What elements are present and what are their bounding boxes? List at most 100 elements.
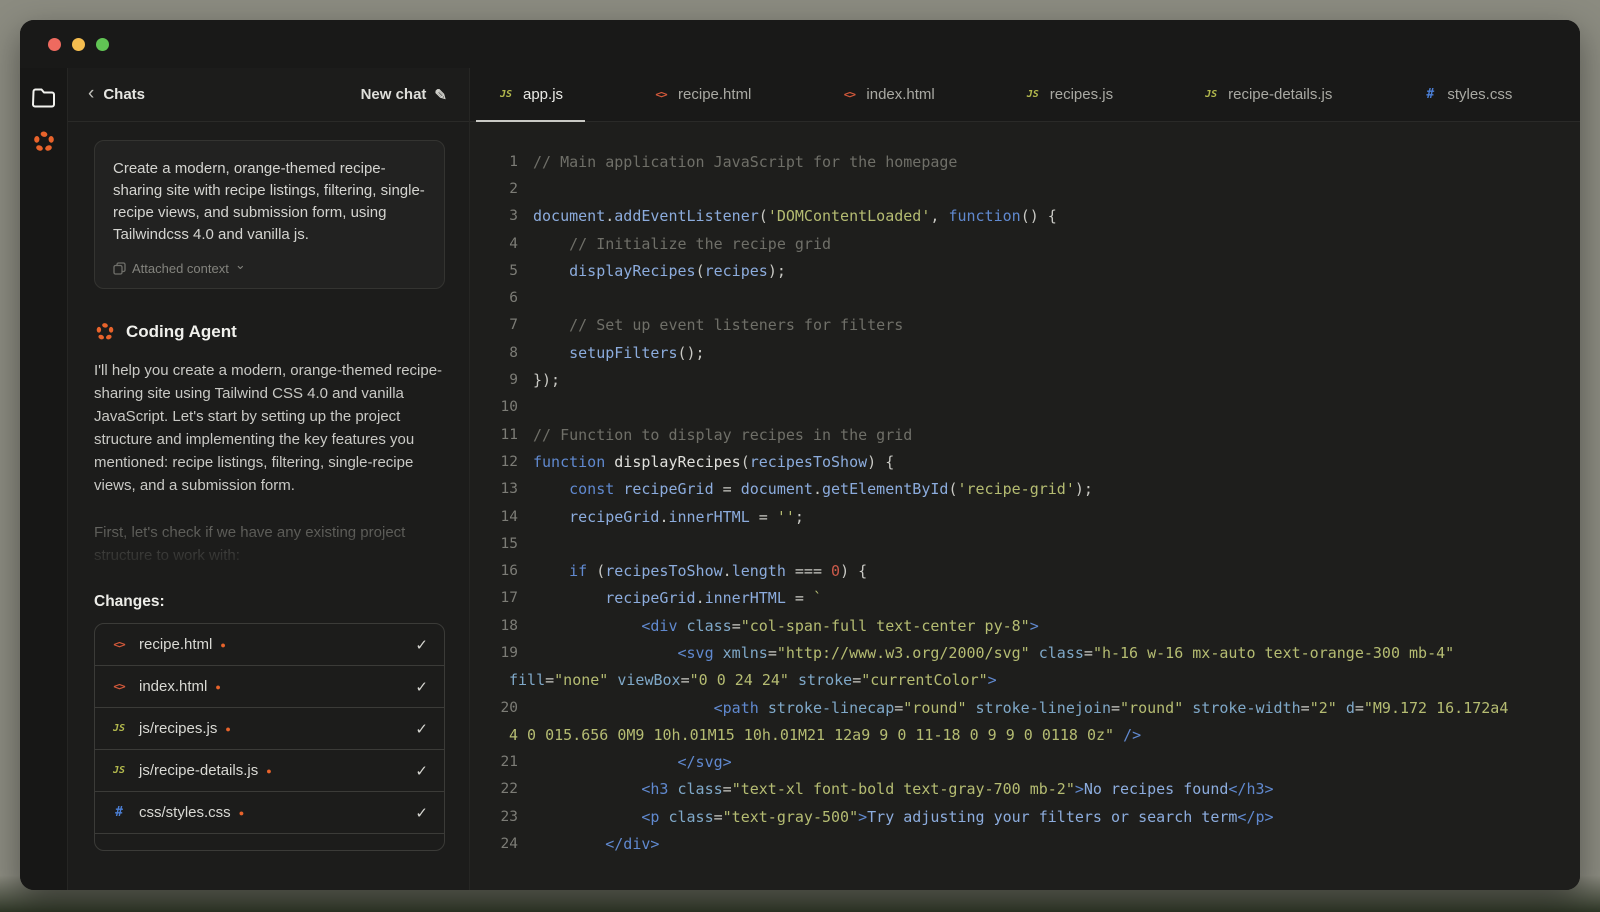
changes-list: <> recipe.html ● ✓ <> index.html ● ✓ JS js/recipe… (94, 623, 445, 851)
code-line: 23 <p class="text-gray-500">Try adjustin… (470, 803, 1580, 830)
html-file-icon: <> (841, 88, 857, 101)
editor-tab-app.js[interactable]: JSapp.js (470, 68, 591, 121)
project-panel-button[interactable] (28, 82, 60, 114)
modified-dot-icon: ● (266, 766, 271, 776)
code-line: 16 if (recipesToShow.length === 0) { (470, 557, 1580, 584)
code-line: 15 (470, 530, 1580, 557)
agent-message-fading: First, let's check if we have any existi… (94, 521, 445, 567)
code-line: 11// Function to display recipes in the … (470, 421, 1580, 448)
user-message-text: Create a modern, orange-themed recipe-sh… (113, 158, 426, 246)
zoom-window-button[interactable] (96, 38, 109, 51)
modified-dot-icon: ● (239, 808, 244, 818)
html-file-icon: <> (111, 680, 127, 693)
line-number: 15 (470, 536, 518, 552)
code-line: 4 // Initialize the recipe grid (470, 230, 1580, 257)
close-window-button[interactable] (48, 38, 61, 51)
code-line: 17 recipeGrid.innerHTML = ` (470, 585, 1580, 612)
line-number: 18 (470, 618, 518, 634)
changed-file-row[interactable]: <> index.html ● ✓ (95, 666, 444, 708)
code-line-wrap: fill="none" viewBox="0 0 24 24" stroke="… (470, 667, 1580, 694)
changed-file-name: index.html (139, 678, 207, 695)
attached-context-label: Attached context (132, 261, 229, 276)
js-file-icon: JS (111, 723, 127, 734)
line-number: 7 (470, 317, 518, 333)
line-number: 9 (470, 372, 518, 388)
tab-label: styles.css (1447, 86, 1512, 103)
chat-panel: ‹ Chats New chat ✎ Create a modern, oran… (68, 68, 470, 890)
code-editor[interactable]: 1// Main application JavaScript for the … (470, 122, 1580, 890)
changed-file-row[interactable]: JS js/recipes.js ● ✓ (95, 708, 444, 750)
line-number: 14 (470, 509, 518, 525)
agent-header: Coding Agent (94, 321, 445, 343)
code-line: 9}); (470, 366, 1580, 393)
chevron-down-icon: ⌄ (235, 257, 246, 273)
activity-bar (20, 68, 68, 890)
user-message-card: Create a modern, orange-themed recipe-sh… (94, 140, 445, 289)
check-icon: ✓ (415, 636, 428, 654)
line-number: 1 (470, 154, 518, 170)
check-icon: ✓ (415, 678, 428, 696)
editor-tab-recipe-details.js[interactable]: JSrecipe-details.js (1175, 68, 1360, 121)
code-line: 1// Main application JavaScript for the … (470, 148, 1580, 175)
agent-name: Coding Agent (126, 322, 237, 342)
tab-label: recipe-details.js (1228, 86, 1332, 103)
check-icon: ✓ (415, 720, 428, 738)
line-number: 3 (470, 208, 518, 224)
code-line: 3document.addEventListener('DOMContentLo… (470, 203, 1580, 230)
changed-file-row[interactable]: JSjs/recipe-details.js●✓ (95, 750, 444, 792)
chevron-left-icon: ‹ (88, 84, 94, 103)
window-titlebar (20, 20, 1580, 68)
line-number: 24 (470, 836, 518, 852)
line-number: 22 (470, 781, 518, 797)
code-line: 19 <svg xmlns="http://www.w3.org/2000/sv… (470, 639, 1580, 666)
js-file-icon: JS (498, 89, 514, 100)
tab-label: recipe.html (678, 86, 751, 103)
editor-tab-index.html[interactable]: <> index.html (813, 68, 962, 121)
line-number: 17 (470, 590, 518, 606)
folder-icon (31, 87, 57, 109)
agent-panel-button[interactable] (28, 126, 60, 158)
code-line: 21 </svg> (470, 749, 1580, 776)
tab-label: recipes.js (1050, 86, 1113, 103)
line-number: 8 (470, 345, 518, 361)
agent-flower-icon (94, 321, 116, 343)
agent-flower-icon (31, 129, 57, 155)
changed-file-name: js/recipes.js (139, 720, 217, 737)
line-number: 2 (470, 181, 518, 197)
chats-back-button[interactable]: ‹ Chats (88, 85, 145, 104)
new-chat-button[interactable]: New chat ✎ (361, 86, 447, 104)
app-window: ‹ Chats New chat ✎ Create a modern, oran… (20, 20, 1580, 890)
code-line: 7 // Set up event listeners for filters (470, 312, 1580, 339)
changed-file-name: recipe.html (139, 636, 212, 653)
check-icon: ✓ (415, 804, 428, 822)
changed-file-row[interactable]: <>recipe.html●✓ (95, 624, 444, 666)
minimize-window-button[interactable] (72, 38, 85, 51)
code-line: 5 displayRecipes(recipes); (470, 257, 1580, 284)
code-line: 8 setupFilters(); (470, 339, 1580, 366)
new-chat-label: New chat (361, 86, 427, 103)
changed-file-row[interactable]: #css/styles.css●✓ (95, 792, 444, 834)
changed-file-name: css/styles.css (139, 804, 231, 821)
code-line: 22 <h3 class="text-xl font-bold text-gra… (470, 776, 1580, 803)
html-file-icon: <> (111, 638, 127, 651)
modified-dot-icon: ● (215, 682, 220, 692)
chats-back-label: Chats (103, 86, 145, 103)
code-line: 18 <div class="col-span-full text-center… (470, 612, 1580, 639)
line-number: 10 (470, 399, 518, 415)
line-number: 11 (470, 427, 518, 443)
check-icon: ✓ (415, 762, 428, 780)
attached-context-toggle[interactable]: Attached context ⌄ (113, 260, 426, 276)
chat-thread: Create a modern, orange-themed recipe-sh… (68, 122, 469, 890)
code-line: 2 (470, 175, 1580, 202)
line-number: 13 (470, 481, 518, 497)
tab-label: index.html (866, 86, 934, 103)
editor-tab-styles.css[interactable]: # styles.css (1394, 68, 1540, 121)
line-number: 12 (470, 454, 518, 470)
css-file-icon: # (1422, 87, 1438, 102)
editor-tab-recipes.js[interactable]: JSrecipes.js (997, 68, 1141, 121)
fade-overlay (94, 521, 445, 567)
modified-dot-icon: ● (225, 724, 230, 734)
changes-heading: Changes: (94, 593, 445, 611)
editor-tab-recipe.html[interactable]: <>recipe.html (625, 68, 779, 121)
context-copy-icon (113, 262, 126, 275)
